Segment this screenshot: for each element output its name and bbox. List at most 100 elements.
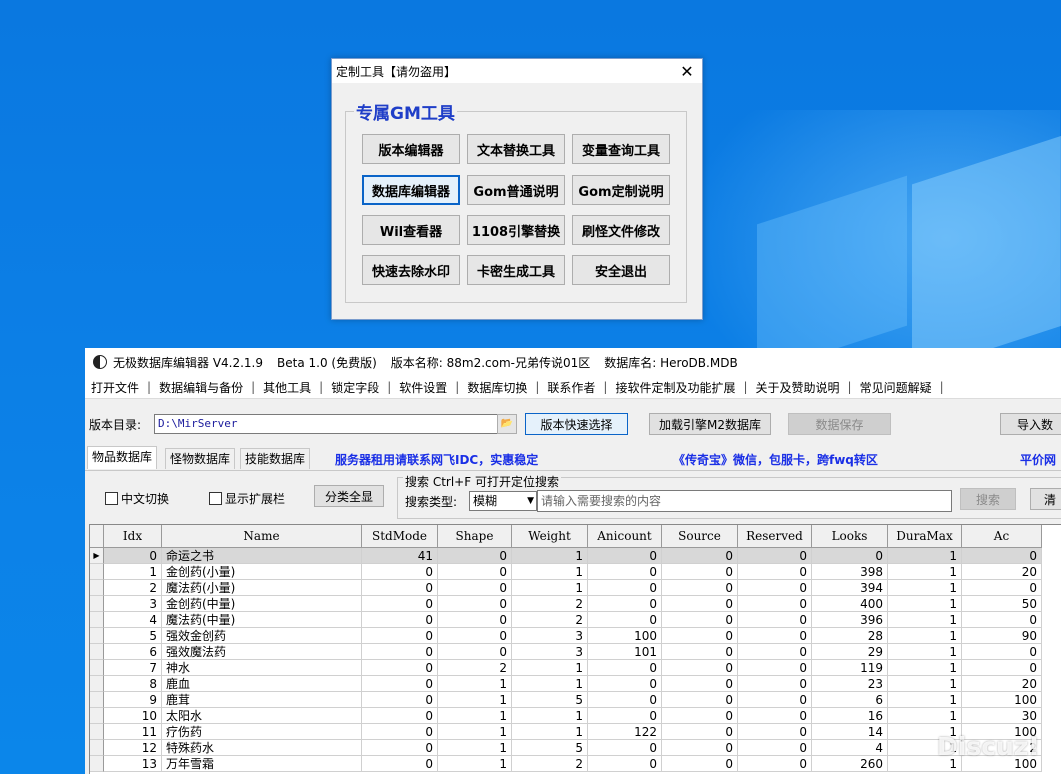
table-cell[interactable]: 神水 [162,660,362,676]
table-row[interactable]: 13 万年雪霜 0 1 2 0 0 0 260 1 100 [90,756,1042,772]
table-cell[interactable]: 0 [104,548,162,564]
table-cell[interactable]: 0 [662,564,738,580]
table-cell[interactable]: 0 [662,644,738,660]
table-cell[interactable]: 0 [738,692,812,708]
table-cell[interactable]: 0 [362,628,438,644]
table-cell[interactable]: 0 [588,612,662,628]
table-cell[interactable]: 0 [962,660,1042,676]
column-header[interactable]: Idx [104,525,162,547]
gm-button[interactable]: 变量查询工具 [572,134,670,164]
save-data-button[interactable]: 数据保存 [788,413,891,435]
menu-item[interactable]: 关于及赞助说明 [750,379,846,396]
column-header[interactable]: Anicount [588,525,662,547]
table-cell[interactable]: 8 [104,676,162,692]
gm-button[interactable]: Gom定制说明 [572,175,670,205]
table-row[interactable]: 8 鹿血 0 1 1 0 0 0 23 1 20 [90,676,1042,692]
table-cell[interactable]: 1 [888,580,962,596]
table-row[interactable]: 10 太阳水 0 1 1 0 0 0 16 1 30 [90,708,1042,724]
table-row[interactable]: ▶ 0 命运之书 41 0 1 0 0 0 0 1 0 [90,548,1042,564]
table-cell[interactable]: 1 [888,692,962,708]
table-cell[interactable]: 1 [888,708,962,724]
gm-button[interactable]: 数据库编辑器 [362,175,460,205]
table-cell[interactable]: 100 [962,692,1042,708]
table-cell[interactable]: 2 [512,596,588,612]
category-show-all-button[interactable]: 分类全显 [314,485,384,507]
table-cell[interactable]: 鹿茸 [162,692,362,708]
table-cell[interactable]: 23 [812,676,888,692]
table-cell[interactable]: 29 [812,644,888,660]
table-cell[interactable]: 0 [662,596,738,612]
load-engine-db-button[interactable]: 加载引擎M2数据库 [649,413,771,435]
table-cell[interactable]: 4 [812,740,888,756]
table-cell[interactable]: 1 [888,612,962,628]
menu-item[interactable]: 其他工具 [257,379,317,396]
row-indicator[interactable] [90,708,104,724]
table-row[interactable]: 12 特殊药水 0 1 5 0 0 0 4 1 2 [90,740,1042,756]
table-cell[interactable]: 4 [104,612,162,628]
table-cell[interactable]: 10 [104,708,162,724]
gm-button[interactable]: 安全退出 [572,255,670,285]
table-cell[interactable]: 3 [512,644,588,660]
table-row[interactable]: 6 强效魔法药 0 0 3 101 0 0 29 1 0 [90,644,1042,660]
table-cell[interactable]: 0 [362,660,438,676]
table-cell[interactable]: 特殊药水 [162,740,362,756]
table-cell[interactable]: 2 [512,756,588,772]
table-cell[interactable]: 1 [512,724,588,740]
menu-item[interactable]: 数据编辑与备份 [153,379,249,396]
table-cell[interactable]: 0 [588,708,662,724]
table-cell[interactable]: 0 [362,596,438,612]
quick-select-button[interactable]: 版本快速选择 [525,413,628,435]
column-header[interactable]: Ac [962,525,1042,547]
search-input[interactable]: 请输入需要搜索的内容 [537,490,952,512]
table-cell[interactable]: 0 [662,756,738,772]
row-indicator[interactable] [90,580,104,596]
table-cell[interactable]: 400 [812,596,888,612]
row-indicator[interactable] [90,756,104,772]
menu-item[interactable]: 接软件定制及功能扩展 [609,379,741,396]
table-cell[interactable]: 1 [512,580,588,596]
table-cell[interactable]: 5 [512,740,588,756]
table-cell[interactable]: 398 [812,564,888,580]
table-cell[interactable]: 0 [738,548,812,564]
table-cell[interactable]: 0 [662,692,738,708]
table-cell[interactable]: 0 [362,612,438,628]
table-cell[interactable]: 0 [438,548,512,564]
ad-link-cheap[interactable]: 平价网 [1020,451,1056,468]
table-row[interactable]: 3 金创药(中量) 0 0 2 0 0 0 400 1 50 [90,596,1042,612]
table-cell[interactable]: 太阳水 [162,708,362,724]
table-cell[interactable]: 魔法药(小量) [162,580,362,596]
table-cell[interactable]: 0 [738,596,812,612]
gm-button[interactable]: Wil查看器 [362,215,460,245]
table-cell[interactable]: 396 [812,612,888,628]
table-cell[interactable]: 1 [438,740,512,756]
table-cell[interactable]: 0 [962,548,1042,564]
table-cell[interactable]: 0 [738,580,812,596]
ad-link-idc[interactable]: 服务器租用请联系网飞IDC，实惠稳定 [335,451,538,468]
table-row[interactable]: 7 神水 0 2 1 0 0 0 119 1 0 [90,660,1042,676]
table-cell[interactable]: 119 [812,660,888,676]
table-cell[interactable]: 7 [104,660,162,676]
table-cell[interactable]: 101 [588,644,662,660]
gm-button[interactable]: 卡密生成工具 [467,255,565,285]
table-cell[interactable]: 金创药(中量) [162,596,362,612]
table-cell[interactable]: 1 [888,660,962,676]
table-cell[interactable]: 0 [588,676,662,692]
menu-item[interactable]: 联系作者 [541,379,601,396]
table-row[interactable]: 2 魔法药(小量) 0 0 1 0 0 0 394 1 0 [90,580,1042,596]
gm-button[interactable]: 刷怪文件修改 [572,215,670,245]
table-cell[interactable]: 100 [588,628,662,644]
table-cell[interactable]: 0 [362,692,438,708]
table-cell[interactable]: 1 [888,644,962,660]
table-cell[interactable]: 1 [888,628,962,644]
column-header[interactable]: Weight [512,525,588,547]
table-cell[interactable]: 3 [512,628,588,644]
gm-button[interactable]: 1108引擎替换 [467,215,565,245]
table-cell[interactable]: 0 [662,612,738,628]
table-cell[interactable]: 1 [512,708,588,724]
table-cell[interactable]: 0 [738,612,812,628]
table-cell[interactable]: 0 [738,740,812,756]
dir-input[interactable]: D:\MirServer [154,414,499,434]
search-button[interactable]: 搜索 [960,488,1016,510]
gm-titlebar[interactable]: 定制工具【请勿盗用】 ✕ [332,59,702,83]
table-cell[interactable]: 0 [662,724,738,740]
